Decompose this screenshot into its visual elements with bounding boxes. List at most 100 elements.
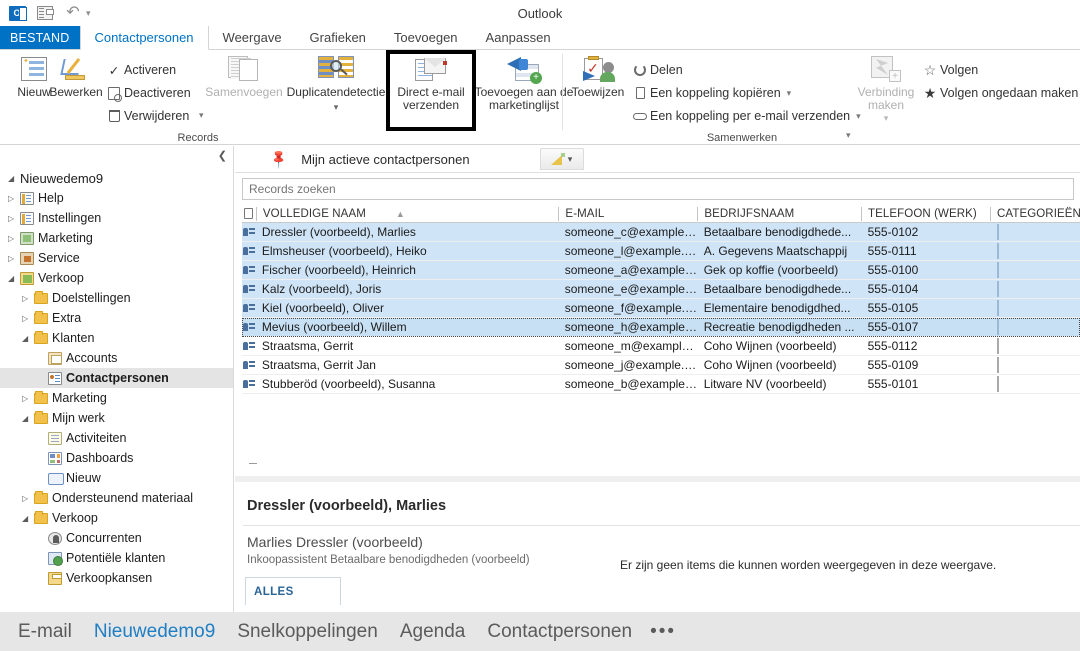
chart-pane-button[interactable]: ▾: [539, 148, 584, 170]
share-button[interactable]: Delen: [630, 60, 683, 80]
sidebar-item-verkoopkansen[interactable]: Verkoopkansen: [0, 568, 233, 588]
view-name-label[interactable]: Mijn actieve contactpersonen: [301, 152, 469, 167]
duplicate-detection-button[interactable]: Duplicatendetectie ▾: [287, 52, 385, 114]
undo-icon[interactable]: ↶: [62, 4, 84, 22]
twisty-icon[interactable]: ▷: [22, 494, 34, 503]
edit-button[interactable]: Bewerken: [44, 52, 108, 99]
details-subtitle: Inkoopassistent Betaalbare benodigdheden…: [247, 554, 530, 566]
customize-qat-caret[interactable]: ▾: [86, 8, 91, 19]
assign-button[interactable]: ✓ Toewijzen: [566, 52, 630, 99]
tab-grafieken[interactable]: Grafieken: [296, 26, 380, 49]
sidebar-item-activiteiten[interactable]: Activiteiten: [0, 428, 233, 448]
table-row[interactable]: Stubberöd (voorbeeld), Susanna someone_b@…: [242, 375, 1080, 394]
bottom-nav-agenda[interactable]: Agenda: [400, 621, 466, 643]
column-header-categorieen[interactable]: CATEGORIEËN: [990, 206, 1080, 221]
sidebar-item-extra[interactable]: ▷ Extra: [0, 308, 233, 328]
bottom-nav-email[interactable]: E-mail: [18, 621, 72, 643]
details-tab-alles[interactable]: ALLES: [245, 577, 341, 605]
bottom-nav-snelkoppelingen[interactable]: Snelkoppelingen: [237, 621, 378, 643]
sidebar-item-dashboards[interactable]: Dashboards: [0, 448, 233, 468]
sidebar-item-label: Potentiële klanten: [66, 551, 166, 565]
add-to-marketing-list-button[interactable]: + Toevoegen aan de marketinglijst: [474, 52, 574, 112]
sidebar-item-label: Verkoop: [38, 271, 84, 285]
table-row[interactable]: Straatsma, Gerrit someone_m@example.com Co…: [242, 337, 1080, 356]
twisty-icon[interactable]: ▷: [22, 314, 34, 323]
table-row[interactable]: Elmsheuser (voorbeeld), Heiko someone_l@e…: [242, 242, 1080, 261]
sidebar-item-klanten[interactable]: ◢ Klanten: [0, 328, 233, 348]
column-header-email[interactable]: E-MAIL: [558, 206, 697, 221]
deactivate-button[interactable]: Deactiveren: [104, 83, 191, 103]
category-checkbox[interactable]: [996, 262, 999, 278]
email-link-button[interactable]: Een koppeling per e-mail verzenden ▾: [630, 106, 861, 126]
sidebar-item-marketing[interactable]: ▷ Marketing: [0, 228, 233, 248]
twisty-icon[interactable]: ◢: [22, 334, 34, 343]
delete-caret-icon[interactable]: ▾: [199, 110, 204, 121]
tab-bestand[interactable]: BESTAND: [0, 26, 80, 49]
category-checkbox[interactable]: [996, 224, 999, 240]
column-header-telefoon[interactable]: TELEFOON (WERK): [861, 206, 990, 221]
tab-toevoegen[interactable]: Toevoegen: [380, 26, 472, 49]
category-checkbox[interactable]: [996, 357, 999, 373]
activate-button[interactable]: ✓ Activeren: [104, 60, 176, 80]
duplicate-detection-caret-icon[interactable]: ▾: [334, 101, 339, 114]
search-input[interactable]: [242, 178, 1074, 200]
category-checkbox[interactable]: [996, 300, 999, 316]
sidebar-item-accounts[interactable]: Accounts: [0, 348, 233, 368]
twisty-icon[interactable]: ▷: [22, 394, 34, 403]
sidebar-item-nieuw[interactable]: Nieuw: [0, 468, 233, 488]
table-row[interactable]: Fischer (voorbeeld), Heinrich someone_a@e…: [242, 261, 1080, 280]
tab-weergave[interactable]: Weergave: [209, 26, 296, 49]
twisty-icon[interactable]: ▷: [8, 254, 20, 263]
print-preview-icon[interactable]: [34, 4, 56, 22]
sidebar-item-help[interactable]: ▷ Help: [0, 188, 233, 208]
copy-link-button[interactable]: Een koppeling kopiëren ▾: [630, 83, 791, 103]
table-row[interactable]: Kalz (voorbeeld), Joris someone_e@example…: [242, 280, 1080, 299]
sidebar-item-service[interactable]: ▷ Service: [0, 248, 233, 268]
category-checkbox[interactable]: [996, 376, 999, 392]
table-row[interactable]: Mevius (voorbeeld), Willem someone_h@exam…: [242, 318, 1080, 337]
twisty-icon[interactable]: ▷: [22, 294, 34, 303]
cell-email: someone_c@example.com: [564, 225, 698, 239]
column-header-bedrijfsnaam[interactable]: BEDRIJFSNAAM: [697, 206, 861, 221]
sidebar-item-contactpersonen[interactable]: Contactpersonen: [0, 368, 233, 388]
sidebar-item-mijn-werk[interactable]: ◢ Mijn werk: [0, 408, 233, 428]
unfollow-button[interactable]: ★ Volgen ongedaan maken: [920, 83, 1079, 103]
sidebar-item-potenti-le-klanten[interactable]: Potentiële klanten: [0, 548, 233, 568]
bottom-nav-contactpersonen[interactable]: Contactpersonen: [487, 621, 632, 643]
twisty-icon[interactable]: ◢: [8, 274, 20, 283]
sidebar-item-concurrenten[interactable]: Concurrenten: [0, 528, 233, 548]
sidebar-item-verkoop[interactable]: ◢ Verkoop: [0, 268, 233, 288]
bottom-nav-nieuwedemo9[interactable]: Nieuwedemo9: [94, 621, 215, 643]
tree-root-nieuwedemo9[interactable]: ◢ Nieuwedemo9: [0, 168, 233, 188]
table-row[interactable]: Dressler (voorbeeld), Marlies someone_c@e…: [242, 223, 1080, 242]
sidebar-item-ondersteunend-materiaal[interactable]: ▷ Ondersteunend materiaal: [0, 488, 233, 508]
copy-link-caret-icon[interactable]: ▾: [787, 88, 792, 99]
category-checkbox[interactable]: [996, 281, 999, 297]
twisty-icon[interactable]: ◢: [22, 414, 34, 423]
pin-icon[interactable]: 📌: [268, 148, 291, 171]
collaborate-overflow-caret-icon[interactable]: ▾: [846, 130, 851, 141]
twisty-icon[interactable]: ▷: [8, 214, 20, 223]
twisty-expanded-icon[interactable]: ◢: [8, 174, 20, 183]
sidebar-item-instellingen[interactable]: ▷ Instellingen: [0, 208, 233, 228]
follow-button[interactable]: ☆ Volgen: [920, 60, 979, 80]
delete-button[interactable]: Verwijderen: [104, 106, 189, 126]
contact-record-icon: [242, 246, 256, 256]
chart-caret-icon[interactable]: ▾: [568, 154, 573, 165]
category-checkbox[interactable]: [996, 243, 999, 259]
table-row[interactable]: Straatsma, Gerrit Jan someone_j@example.c…: [242, 356, 1080, 375]
sidebar-item-verkoop[interactable]: ◢ Verkoop: [0, 508, 233, 528]
category-checkbox[interactable]: [996, 319, 999, 335]
twisty-icon[interactable]: ▷: [8, 234, 20, 243]
category-checkbox[interactable]: [996, 338, 999, 354]
bottom-nav-overflow-icon[interactable]: •••: [650, 621, 676, 643]
twisty-icon[interactable]: ◢: [22, 514, 34, 523]
column-header-volledige-naam[interactable]: VOLLEDIGE NAAM ▲: [255, 206, 559, 221]
tab-contactpersonen[interactable]: Contactpersonen: [79, 26, 209, 50]
sidebar-item-doelstellingen[interactable]: ▷ Doelstellingen: [0, 288, 233, 308]
tab-aanpassen[interactable]: Aanpassen: [472, 26, 565, 49]
twisty-icon[interactable]: ▷: [8, 194, 20, 203]
sidebar-item-marketing[interactable]: ▷ Marketing: [0, 388, 233, 408]
chevron-left-icon[interactable]: ❮: [218, 149, 227, 162]
table-row[interactable]: Kiel (voorbeeld), Oliver someone_f@exampl…: [242, 299, 1080, 318]
